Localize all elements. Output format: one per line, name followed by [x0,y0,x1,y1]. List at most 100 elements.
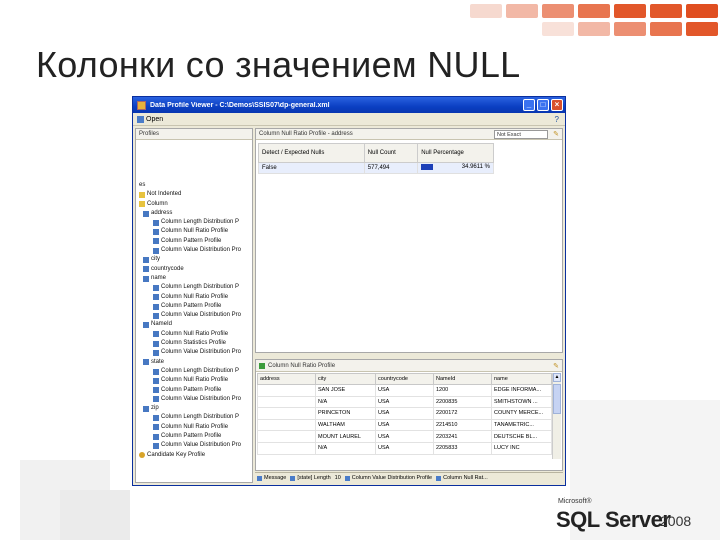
tree-item[interactable]: es [139,181,241,190]
match-mode-select[interactable]: Not Exact [494,130,548,139]
scroll-thumb[interactable] [553,384,561,414]
status-item[interactable]: [state] Length [290,475,331,481]
profile-icon [153,284,159,291]
tree-item[interactable]: address [139,209,241,218]
table-row[interactable]: WALTHAM USA 2214510 TANAMETRIC... [257,418,552,432]
status-icon [290,475,296,481]
minimize-button[interactable]: _ [523,99,535,111]
table-cell: 2203241 [433,430,492,443]
status-item-label: Column Null Rat... [443,475,488,481]
table-row[interactable]: N/A USA 2200835 SMITHSTOWN ... [257,395,552,409]
profile-icon [153,349,159,356]
scroll-up-icon[interactable]: ▲ [553,373,561,382]
tree-item[interactable]: Column Value Distribution Pro [139,246,241,255]
column-header[interactable]: countrycode [375,373,434,385]
tree-item[interactable]: city [139,255,241,264]
table-row[interactable]: SAN JOSE USA 1200 EDGE INFORMA... [257,384,552,397]
status-item[interactable]: 10 [335,475,341,481]
tree-item[interactable]: Column [139,200,241,209]
status-item[interactable]: Message [257,475,286,481]
table-cell: USA [375,407,434,420]
status-item[interactable]: Column Null Rat... [436,475,488,481]
tree-item[interactable]: NameId [139,320,241,329]
profile-icon [153,229,159,236]
table-cell [257,395,316,409]
pin-icon[interactable]: ✎ [553,361,559,373]
profile-icon [153,396,159,403]
column-header[interactable]: city [315,373,376,385]
table-cell [257,384,316,397]
logo-product: SQL Server [556,507,671,533]
table-cell: N/A [315,441,376,455]
tree-item-label: Column Value Distribution Pro [161,349,241,356]
tree-item[interactable]: Column Length Distribution P [139,218,241,227]
tree-item[interactable]: Column Statistics Profile [139,339,241,348]
tree-item[interactable]: Candidate Key Profile [139,451,241,460]
tree-item[interactable]: Column Pattern Profile [139,386,241,395]
profile-icon [153,303,159,310]
column-header[interactable]: address [257,373,316,385]
table-cell: USA [375,395,434,409]
tree-item[interactable]: Column Value Distribution Pro [139,441,241,450]
tree-item[interactable]: Column Length Distribution P [139,367,241,376]
column-header[interactable]: Null Percentage [417,143,494,163]
column-icon [143,322,149,329]
tree-item[interactable]: Column Null Ratio Profile [139,227,241,236]
tree-item[interactable]: Column Null Ratio Profile [139,293,241,302]
status-item[interactable]: Column Value Distribution Profile [344,475,432,481]
null-rows-table: address city countrycode NameId name SAN JOSE… [257,373,552,455]
close-button[interactable]: × [551,99,563,111]
tree-item-label: Not Indented [147,191,182,198]
tree-item[interactable]: Column Length Distribution P [139,283,241,292]
null-ratio-summary-table: Detect / Expected Nulls Null Count Null … [258,143,494,174]
null-percentage-value: 34.9611 % [461,164,490,170]
pin-icon[interactable]: ✎ [553,130,559,139]
app-icon [137,100,146,110]
tree-item[interactable]: countrycode [139,265,241,274]
folder-icon [139,201,145,208]
tree-item-label: Candidate Key Profile [147,451,206,458]
tree-item[interactable]: Column Pattern Profile [139,302,241,311]
table-cell: 2200835 [433,395,492,409]
table-row[interactable]: False 577,494 34.9611 % [258,162,494,174]
tree-item[interactable]: Column Null Ratio Profile [139,423,241,432]
tree-item[interactable]: Column Length Distribution P [139,413,241,422]
column-icon [143,210,149,217]
tree-item[interactable]: Column Pattern Profile [139,237,241,246]
column-header[interactable]: Null Count [363,143,419,163]
profile-icon [153,387,159,394]
tree-item[interactable]: Column Null Ratio Profile [139,376,241,385]
status-icon [344,475,350,481]
tree-item[interactable]: zip [139,404,241,413]
column-header[interactable]: name [491,373,552,385]
tree-item[interactable]: Not Indented [139,190,241,199]
profile-icon [153,331,159,338]
column-header[interactable]: NameId [433,373,492,385]
status-icon [436,475,442,481]
menu-bar: Open ? [133,113,565,126]
table-row[interactable]: N/A USA 2205833 LUCY INC [257,441,552,455]
table-cell: 2200172 [433,407,492,420]
column-header[interactable]: Detect / Expected Nulls [258,143,365,163]
tree-item[interactable]: state [139,358,241,367]
null-rows-title: Column Null Ratio Profile [268,363,336,369]
status-item-label: Message [264,475,287,481]
open-menu-item[interactable]: Open [137,115,164,123]
open-label: Open [146,115,164,123]
tree-item[interactable]: Column Value Distribution Pro [139,348,241,357]
tree-item[interactable]: name [139,274,241,283]
tree-item[interactable]: Column Value Distribution Pro [139,311,241,320]
column-icon [143,275,149,282]
table-row[interactable]: PRINCETON USA 2200172 COUNTY MERCE... [257,407,552,420]
help-icon[interactable]: ? [555,115,559,124]
logo-microsoft: Microsoft® [558,498,592,505]
window-title: Data Profile Viewer - C:\Demos\SSIS07\dp… [150,101,330,109]
tree-item-label: Column Value Distribution Pro [161,312,241,319]
table-row[interactable]: MOUNT LAUREL USA 2203241 DEUTSCHE BL... [257,430,552,443]
data-profile-viewer-window: Data Profile Viewer - C:\Demos\SSIS07\dp… [132,96,566,486]
tree-item[interactable]: Column Value Distribution Pro [139,395,241,404]
vertical-scrollbar[interactable]: ▲ [552,373,561,459]
maximize-button[interactable]: □ [537,99,549,111]
tree-item[interactable]: Column Null Ratio Profile [139,330,241,339]
tree-item[interactable]: Column Pattern Profile [139,432,241,441]
